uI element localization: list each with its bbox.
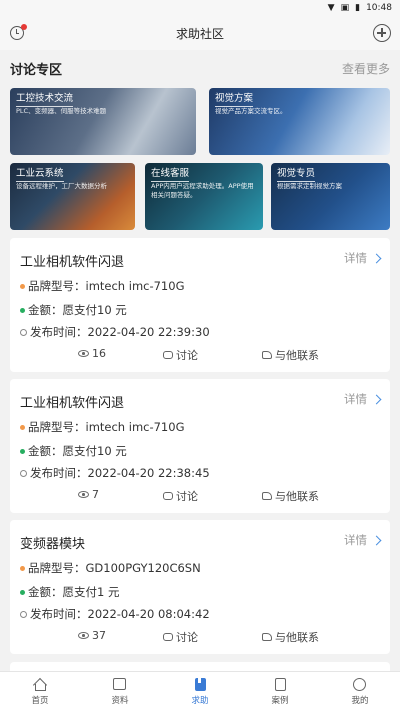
bottom-tab-bar: 首页 资料 求助 案例 我的 bbox=[0, 671, 400, 711]
topic-title: 视觉专员 bbox=[277, 168, 384, 182]
eye-icon bbox=[78, 491, 89, 498]
topic-card-vision-specialist[interactable]: 视觉专员 根据需求定制视觉方案 bbox=[271, 163, 390, 230]
contact-button[interactable]: 与他联系 bbox=[262, 347, 319, 363]
top-nav-bar: 求助社区 bbox=[0, 16, 400, 50]
tab-profile[interactable]: 我的 bbox=[320, 672, 400, 711]
clock-icon bbox=[20, 610, 27, 618]
chat-icon bbox=[163, 492, 173, 500]
topic-card-online-service[interactable]: 在线客服 APP内用户远程求助处理。APP使用相关问题答疑。 bbox=[145, 163, 263, 230]
post-title: 工业相机软件闪退 bbox=[20, 255, 125, 270]
tab-label: 首页 bbox=[31, 695, 49, 706]
notification-dot bbox=[21, 24, 27, 30]
amount-row: 金额：愿支付10 元 bbox=[20, 302, 127, 318]
brand-model-row: 品牌型号：GD100PGY120C6SN bbox=[20, 560, 201, 576]
topic-desc: 设备远程维护，工厂大数据分析 bbox=[16, 182, 107, 190]
tab-home[interactable]: 首页 bbox=[0, 672, 80, 711]
view-more-link[interactable]: 查看更多 bbox=[342, 60, 390, 77]
post-title: 变频器模块 bbox=[20, 537, 86, 552]
contact-icon bbox=[262, 492, 272, 500]
page-title: 求助社区 bbox=[175, 26, 224, 41]
status-bar: ▼ ▣ ▮ 10:48 bbox=[0, 0, 400, 16]
tab-materials[interactable]: 资料 bbox=[80, 672, 160, 711]
topic-title: 视觉方案 bbox=[215, 93, 384, 107]
discuss-button[interactable]: 讨论 bbox=[163, 488, 198, 504]
wifi-icon: ▼ bbox=[327, 3, 335, 13]
topic-card-vision-solution[interactable]: 视觉方案 视觉产品方案交流专区。 bbox=[209, 88, 390, 155]
detail-link[interactable]: 详情 bbox=[344, 250, 382, 266]
section-title: 讨论专区 bbox=[10, 62, 63, 78]
history-button[interactable] bbox=[9, 24, 27, 42]
profile-icon bbox=[353, 677, 367, 691]
bullet-icon bbox=[20, 448, 25, 454]
bullet-icon bbox=[20, 565, 25, 571]
status-time: 10:48 bbox=[366, 3, 392, 13]
chevron-right-icon bbox=[371, 253, 382, 263]
topic-desc: 视觉产品方案交流专区。 bbox=[215, 107, 287, 115]
brand-model-row: 品牌型号：imtech imc-710G bbox=[20, 419, 184, 435]
bullet-icon bbox=[20, 283, 25, 289]
tab-label: 求助 bbox=[191, 695, 209, 706]
discussion-section-header: 讨论专区 查看更多 bbox=[10, 56, 390, 80]
help-icon bbox=[193, 677, 207, 691]
topic-desc: APP内用户远程求助处理。APP使用相关问题答疑。 bbox=[151, 182, 254, 199]
eye-icon bbox=[78, 350, 89, 357]
topic-title: 工业云系统 bbox=[16, 168, 129, 182]
publish-time-row: 发布时间：2022-04-20 22:38:45 bbox=[20, 465, 210, 481]
help-post-card[interactable]: 工业相机软件闪退 详情 品牌型号：imtech imc-710G 金额：愿支付1… bbox=[10, 379, 390, 513]
chat-icon bbox=[163, 351, 173, 359]
post-stats: 16 讨论 与他联系 bbox=[10, 347, 390, 363]
eye-icon bbox=[78, 632, 89, 639]
bullet-icon bbox=[20, 589, 25, 595]
amount-row: 金额：愿支付10 元 bbox=[20, 443, 127, 459]
discuss-button[interactable]: 讨论 bbox=[163, 629, 198, 645]
add-post-button[interactable] bbox=[373, 24, 391, 42]
amount-row: 金额：愿支付1 元 bbox=[20, 584, 119, 600]
topic-title: 在线客服 bbox=[151, 168, 257, 182]
publish-time-row: 发布时间：2022-04-20 08:04:42 bbox=[20, 606, 210, 622]
topic-card-industrial-control[interactable]: 工控技术交流 PLC、变频器、伺服等技术难题 bbox=[10, 88, 196, 155]
tab-label: 我的 bbox=[351, 695, 369, 706]
tab-label: 案例 bbox=[271, 695, 289, 706]
bullet-icon bbox=[20, 424, 25, 430]
help-post-card[interactable]: 变频器模块 详情 品牌型号：GD100PGY120C6SN 金额：愿支付1 元 … bbox=[10, 520, 390, 654]
contact-button[interactable]: 与他联系 bbox=[262, 629, 319, 645]
topic-title: 工控技术交流 bbox=[16, 93, 190, 107]
post-stats: 7 讨论 与他联系 bbox=[10, 488, 390, 504]
document-icon bbox=[113, 677, 127, 691]
topic-desc: 根据需求定制视觉方案 bbox=[277, 182, 342, 190]
post-stats: 37 讨论 与他联系 bbox=[10, 629, 390, 645]
brand-model-row: 品牌型号：imtech imc-710G bbox=[20, 278, 184, 294]
view-count: 16 bbox=[78, 347, 106, 360]
chevron-right-icon bbox=[371, 535, 382, 545]
help-post-card[interactable]: 工业相机软件闪退 详情 品牌型号：imtech imc-710G 金额：愿支付1… bbox=[10, 238, 390, 372]
view-count: 7 bbox=[78, 488, 99, 501]
contact-icon bbox=[262, 351, 272, 359]
discuss-button[interactable]: 讨论 bbox=[163, 347, 198, 363]
topic-desc: PLC、变频器、伺服等技术难题 bbox=[16, 107, 107, 115]
clock-icon bbox=[20, 469, 27, 477]
chevron-right-icon bbox=[371, 394, 382, 404]
bullet-icon bbox=[20, 307, 25, 313]
battery-icon: ▮ bbox=[355, 3, 361, 13]
publish-time-row: 发布时间：2022-04-20 22:39:30 bbox=[20, 324, 210, 340]
tab-help[interactable]: 求助 bbox=[160, 672, 240, 711]
clock-icon bbox=[20, 328, 27, 336]
tab-label: 资料 bbox=[111, 695, 129, 706]
topic-card-industrial-cloud[interactable]: 工业云系统 设备远程维护，工厂大数据分析 bbox=[10, 163, 135, 230]
tab-cases[interactable]: 案例 bbox=[240, 672, 320, 711]
detail-link[interactable]: 详情 bbox=[344, 532, 382, 548]
sim-icon: ▣ bbox=[340, 3, 350, 13]
contact-icon bbox=[262, 633, 272, 641]
home-icon bbox=[32, 677, 48, 692]
view-count: 37 bbox=[78, 629, 106, 642]
case-icon bbox=[273, 677, 287, 691]
contact-button[interactable]: 与他联系 bbox=[262, 488, 319, 504]
post-title: 工业相机软件闪退 bbox=[20, 396, 125, 411]
detail-link[interactable]: 详情 bbox=[344, 391, 382, 407]
chat-icon bbox=[163, 633, 173, 641]
